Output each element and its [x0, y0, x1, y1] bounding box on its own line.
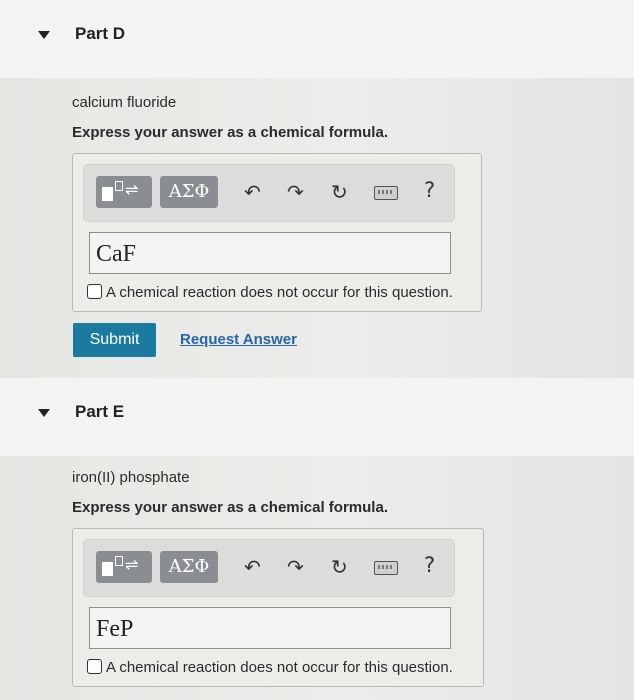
templates-button[interactable]: ⇌	[96, 551, 152, 583]
template-superscript-icon	[115, 181, 123, 191]
part-d-answer-input[interactable]: CaF	[89, 232, 451, 274]
part-e-header[interactable]: Part E	[0, 378, 634, 456]
greek-symbols-button[interactable]: ΑΣΦ	[160, 176, 218, 208]
templates-button[interactable]: ⇌	[96, 176, 152, 208]
help-icon[interactable]: ?	[424, 553, 435, 577]
part-d-no-reaction-checkbox[interactable]: A chemical reaction does not occur for t…	[87, 284, 453, 301]
checkbox-icon[interactable]	[87, 284, 102, 299]
no-reaction-label: A chemical reaction does not occur for t…	[106, 284, 453, 301]
reset-icon[interactable]: ↻	[331, 554, 348, 580]
reset-icon[interactable]: ↻	[331, 179, 348, 205]
keyboard-icon[interactable]	[374, 561, 398, 575]
submit-button[interactable]: Submit	[73, 323, 156, 357]
template-square-icon	[102, 562, 113, 576]
template-square-icon	[102, 187, 113, 201]
keyboard-icon[interactable]	[374, 186, 398, 200]
part-d-title: Part D	[75, 24, 126, 43]
part-e-instruction: Express your answer as a chemical formul…	[72, 499, 388, 516]
part-d-header[interactable]: Part D	[0, 0, 634, 78]
part-d-answer-panel: ⇌ ΑΣΦ ↶ ↷ ↻ ? CaF A chemical reaction do…	[72, 153, 482, 312]
request-answer-link[interactable]: Request Answer	[180, 331, 297, 348]
part-e-toolbar: ⇌ ΑΣΦ ↶ ↷ ↻ ?	[83, 539, 455, 597]
equilibrium-arrow-icon: ⇌	[125, 555, 139, 574]
redo-icon[interactable]: ↷	[287, 554, 304, 580]
undo-icon[interactable]: ↶	[244, 179, 261, 205]
collapse-triangle-icon[interactable]	[38, 409, 50, 417]
part-e-title: Part E	[75, 402, 125, 421]
template-superscript-icon	[115, 556, 123, 566]
part-e-no-reaction-checkbox[interactable]: A chemical reaction does not occur for t…	[87, 659, 453, 676]
checkbox-icon[interactable]	[87, 659, 102, 674]
part-d-instruction: Express your answer as a chemical formul…	[72, 124, 388, 141]
help-icon[interactable]: ?	[424, 178, 435, 202]
part-e-answer-panel: ⇌ ΑΣΦ ↶ ↷ ↻ ? FeP A chemical reaction do…	[72, 528, 484, 687]
greek-symbols-button[interactable]: ΑΣΦ	[160, 551, 218, 583]
undo-icon[interactable]: ↶	[244, 554, 261, 580]
collapse-triangle-icon[interactable]	[38, 31, 50, 39]
part-d-compound: calcium fluoride	[72, 94, 177, 111]
part-e-answer-input[interactable]: FeP	[89, 607, 451, 649]
equilibrium-arrow-icon: ⇌	[125, 180, 139, 199]
redo-icon[interactable]: ↷	[287, 179, 304, 205]
part-d-toolbar: ⇌ ΑΣΦ ↶ ↷ ↻ ?	[83, 164, 455, 222]
no-reaction-label: A chemical reaction does not occur for t…	[106, 659, 453, 676]
part-e-compound: iron(II) phosphate	[72, 469, 190, 486]
